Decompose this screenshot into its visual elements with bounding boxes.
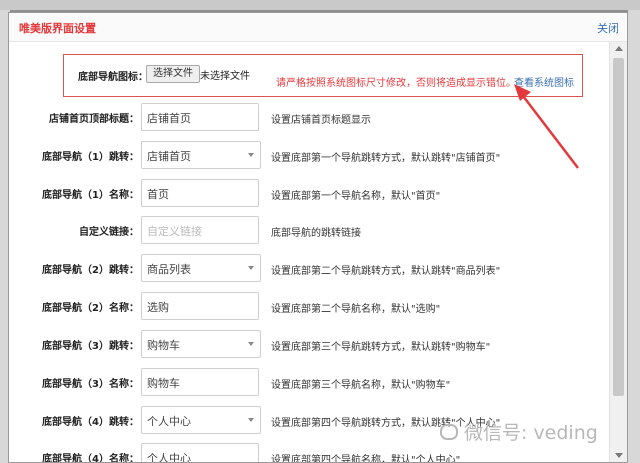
nav4-name-input[interactable]: 个人中心 [141, 443, 259, 462]
row-label: 自定义链接： [79, 227, 139, 238]
row-label: 底部导航（1）跳转： [42, 152, 139, 163]
watermark-text: 微信号: veding [464, 422, 598, 444]
dialog-title: 唯美版界面设置 [19, 22, 96, 35]
custom-link-input[interactable]: 自定义链接 [141, 216, 259, 244]
row-hint: 设置底部第二个导航名称，默认"选购" [271, 304, 441, 315]
nav2-jump-select[interactable]: 商品列表 [141, 254, 261, 282]
row-hint: 设置底部第二个导航跳转方式，默认跳转"商品列表" [271, 266, 501, 277]
settings-dialog: 唯美版界面设置 关闭 底部导航图标： 选择文件 未选择文件 请严格按照系统图标尺… [8, 12, 628, 463]
row-label: 底部导航（3）跳转： [42, 341, 139, 352]
row-label: 底部导航（2）跳转： [42, 265, 139, 276]
watermark: 微信号: veding [440, 418, 598, 445]
row-hint: 设置底部第一个导航名称，默认"首页" [271, 191, 441, 202]
scrollbar-thumb[interactable] [613, 58, 624, 396]
nav1-name-input[interactable]: 首页 [141, 179, 259, 207]
chevron-down-icon [248, 153, 254, 157]
row-hint: 底部导航的跳转链接 [271, 228, 361, 239]
row-hint: 设置底部第一个导航跳转方式，默认跳转"店铺首页" [271, 153, 501, 164]
row-nav2-jump: 底部导航（2）跳转： 商品列表 设置底部第二个导航跳转方式，默认跳转"商品列表" [9, 254, 599, 284]
nav3-jump-select[interactable]: 购物车 [141, 330, 261, 358]
nav-icon-upload-box: 底部导航图标： 选择文件 未选择文件 请严格按照系统图标尺寸修改，否则将造成显示… [63, 54, 583, 97]
select-value: 商品列表 [147, 263, 191, 276]
close-link[interactable]: 关闭 [597, 20, 619, 36]
row-hint: 设置底部第四个导航名称，默认"个人中心" [271, 455, 461, 462]
background-right [628, 10, 640, 463]
row-custom-link: 自定义链接： 自定义链接 底部导航的跳转链接 [9, 216, 599, 246]
nav2-name-input[interactable]: 选购 [141, 292, 259, 320]
file-status: 未选择文件 [200, 71, 250, 82]
select-value: 个人中心 [147, 415, 191, 428]
nav1-jump-select[interactable]: 店铺首页 [141, 141, 261, 169]
row-label: 底部导航（2）名称： [42, 303, 139, 314]
dialog-content: 底部导航图标： 选择文件 未选择文件 请严格按照系统图标尺寸修改，否则将造成显示… [9, 42, 607, 462]
chevron-down-icon [248, 266, 254, 270]
row-label: 底部导航（3）名称： [42, 379, 139, 390]
row-label: 底部导航（1）名称： [42, 190, 139, 201]
chevron-down-icon [248, 342, 254, 346]
row-label: 底部导航（4）名称： [42, 454, 139, 462]
row-label: 店铺首页顶部标题： [49, 114, 139, 125]
row-hint: 设置店铺首页标题显示 [271, 115, 371, 126]
select-value: 店铺首页 [147, 150, 191, 163]
row-nav3-name: 底部导航（3）名称： 购物车 设置底部第三个导航名称，默认"购物车" [9, 368, 599, 398]
nav-icon-label: 底部导航图标： [78, 72, 148, 83]
view-system-icons-link[interactable]: 查看系统图标 [514, 74, 574, 89]
row-shop-title: 店铺首页顶部标题： 店铺首页 设置店铺首页标题显示 [9, 103, 599, 133]
row-nav1-jump: 底部导航（1）跳转： 店铺首页 设置底部第一个导航跳转方式，默认跳转"店铺首页" [9, 141, 599, 171]
chevron-down-icon [248, 418, 254, 422]
row-nav3-jump: 底部导航（3）跳转： 购物车 设置底部第三个导航跳转方式，默认跳转"购物车" [9, 330, 599, 360]
choose-file-button[interactable]: 选择文件 [146, 65, 200, 83]
select-value: 购物车 [147, 339, 180, 352]
row-nav2-name: 底部导航（2）名称： 选购 设置底部第二个导航名称，默认"选购" [9, 292, 599, 322]
vertical-scrollbar[interactable] [609, 42, 627, 462]
icon-size-warning: 请严格按照系统图标尺寸修改，否则将造成显示错位。 [276, 78, 516, 89]
row-nav1-name: 底部导航（1）名称： 首页 设置底部第一个导航名称，默认"首页" [9, 179, 599, 209]
row-hint: 设置底部第三个导航跳转方式，默认跳转"购物车" [271, 342, 491, 353]
dialog-titlebar: 唯美版界面设置 关闭 [9, 13, 627, 42]
row-label: 底部导航（4）跳转： [42, 417, 139, 428]
shop-title-input[interactable]: 店铺首页 [141, 103, 259, 131]
nav4-jump-select[interactable]: 个人中心 [141, 406, 261, 434]
nav3-name-input[interactable]: 购物车 [141, 368, 259, 396]
background-strip [0, 0, 640, 10]
row-hint: 设置底部第三个导航名称，默认"购物车" [271, 380, 451, 391]
row-nav4-name: 底部导航（4）名称： 个人中心 设置底部第四个导航名称，默认"个人中心" [9, 443, 599, 462]
scroll-down-icon[interactable] [615, 453, 623, 458]
wechat-icon [440, 424, 458, 440]
scroll-up-icon[interactable] [615, 46, 623, 51]
